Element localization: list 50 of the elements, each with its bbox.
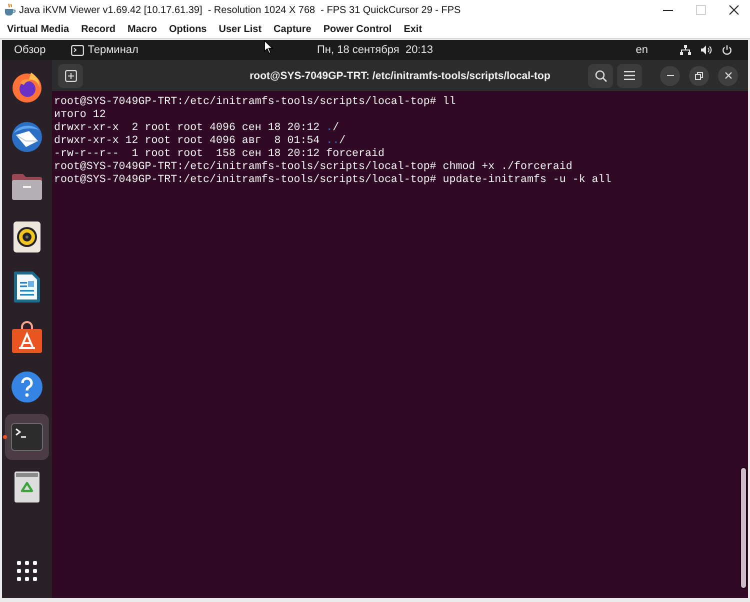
help-icon: [11, 371, 43, 403]
app-grid-icon: [17, 561, 37, 581]
trash-icon: [14, 471, 40, 503]
app-menu-button[interactable]: Терминал: [70, 43, 138, 57]
speaker-icon: [13, 221, 41, 253]
keyboard-layout-button[interactable]: en: [636, 43, 648, 57]
window-title: Java iKVM Viewer v1.69.42 [10.17.61.39] - Resolution 1024 X 768 - FPS 31 QuickCursor 29 - FPS: [19, 4, 461, 16]
document-icon: [13, 271, 41, 303]
maximize-icon: [696, 5, 706, 15]
new-tab-icon: [64, 70, 76, 82]
menu-icon: [624, 71, 635, 80]
clock-button[interactable]: Пн, 18 сентября 20:13: [317, 43, 433, 57]
mail-icon: [11, 121, 43, 153]
terminal-line: итого 12: [54, 109, 106, 122]
menu-item[interactable]: Power Control: [323, 24, 392, 34]
menu-item[interactable]: Capture: [274, 24, 312, 34]
terminal-line: root@SYS-7049GP-TRT:/etc/initramfs-tools/scripts/local-top# update-initramfs -u -k all: [54, 174, 612, 187]
java-cup-icon: [4, 3, 16, 17]
terminal-line: root@SYS-7049GP-TRT:/etc/initramfs-tools/scripts/local-top# ll: [54, 96, 456, 109]
terminal-line: drwxr-xr-x 12 root root 4096 авг 8 01:54 ../: [54, 135, 346, 148]
menu-item[interactable]: Macro: [128, 24, 157, 34]
activities-button[interactable]: Обзор: [14, 43, 46, 57]
terminal-icon: [70, 44, 84, 56]
scrollbar-thumb[interactable]: [741, 468, 746, 588]
search-icon: [594, 70, 606, 82]
menu-item[interactable]: Record: [81, 24, 116, 34]
browser-icon: [11, 71, 43, 103]
restore-icon: [695, 72, 703, 80]
menu-button[interactable]: [617, 64, 642, 88]
terminal-line: root@SYS-7049GP-TRT:/etc/initramfs-tools/scripts/local-top# chmod +x ./forceraid: [54, 161, 572, 174]
minimize-icon: [666, 75, 674, 76]
volume-icon[interactable]: [701, 45, 712, 55]
terminal-icon: [11, 423, 43, 451]
restore-button[interactable]: [689, 66, 709, 86]
terminal-line: -rw-r--r-- 1 root root 158 сен 18 20:12 forceraid: [54, 148, 384, 161]
menu-item[interactable]: Options: [168, 24, 207, 34]
search-button[interactable]: [588, 64, 613, 88]
menu-item[interactable]: Virtual Media: [7, 24, 70, 34]
network-icon[interactable]: [680, 45, 691, 55]
new-tab-button[interactable]: [58, 64, 83, 88]
menu-item[interactable]: Exit: [404, 24, 422, 34]
close-icon: [724, 72, 732, 79]
terminal-line: drwxr-xr-x 2 root root 4096 сен 18 20:12 ./: [54, 122, 340, 135]
close-icon: [728, 5, 738, 15]
power-icon[interactable]: [722, 45, 732, 55]
terminal-title: root@SYS-7049GP-TRT: /etc/initramfs-tools/scripts/local-top: [250, 70, 550, 82]
close-button[interactable]: [718, 66, 738, 86]
folder-icon: [11, 173, 43, 201]
shopping-bag-icon: [12, 321, 42, 353]
menu-item[interactable]: User List: [218, 24, 262, 34]
